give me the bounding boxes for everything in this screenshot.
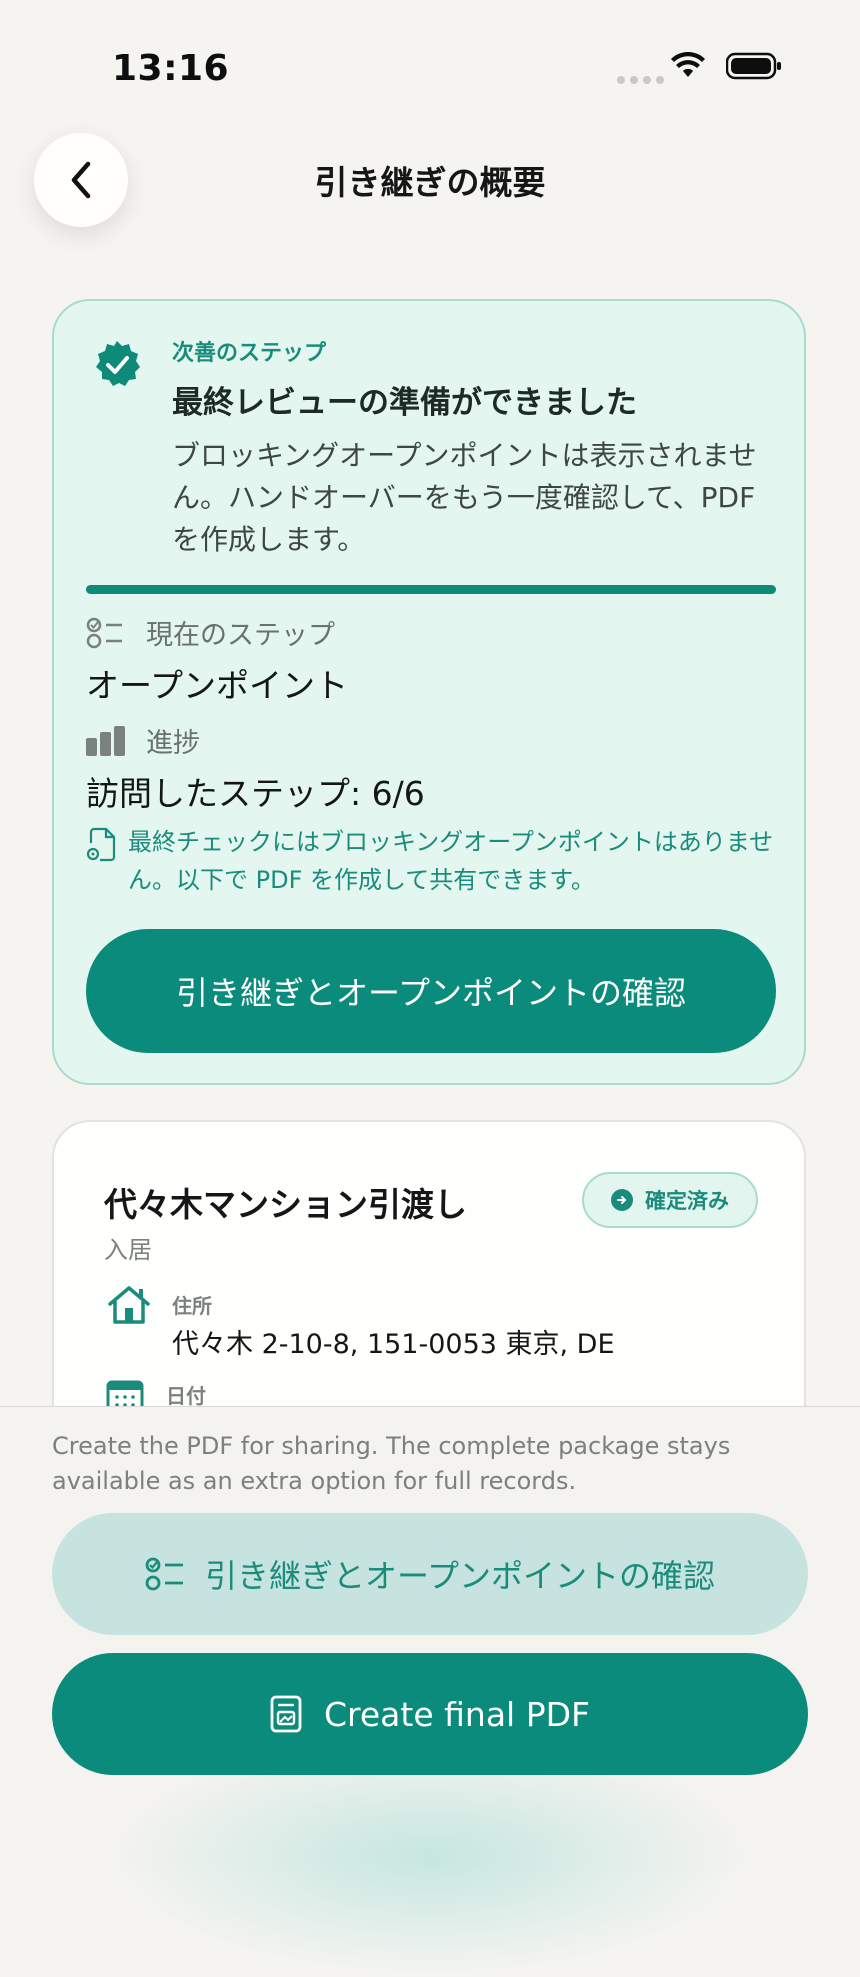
property-subtitle: 入居 [104, 1236, 152, 1264]
current-step-value: オープンポイント [86, 666, 349, 705]
create-final-pdf-button[interactable]: Create final PDF [52, 1653, 808, 1775]
progress-bar [86, 585, 776, 594]
status-badge-label: 確定済み [645, 1189, 729, 1213]
progress-value: 訪問したステップ: 6/6 [86, 774, 425, 813]
info-note-text: 最終チェックにはブロッキングオープンポイントはありません。以下で PDF を作成… [128, 828, 774, 894]
page-title: 引き継ぎの概要 [314, 163, 546, 202]
home-icon [108, 1286, 150, 1324]
document-icon [270, 1695, 302, 1733]
status-badge: 確定済み [582, 1172, 758, 1228]
bottom-action-sheet: Create the PDF for sharing. The complete… [0, 1406, 860, 1977]
document-settings-icon [86, 823, 118, 899]
checklist-icon [86, 615, 126, 651]
wifi-icon [671, 52, 705, 77]
battery-icon [726, 52, 781, 80]
date-label: 日付 [166, 1384, 206, 1408]
progress-bar-fill [86, 585, 776, 594]
property-title: 代々木マンション引渡し [104, 1185, 467, 1224]
info-note: 最終チェックにはブロッキングオープンポイントはありません。以下で PDF を作成… [86, 823, 786, 899]
next-step-card: 次善のステップ 最終レビューの準備ができました ブロッキングオープンポイントは表… [52, 299, 806, 1085]
current-step-label-row: 現在のステップ [86, 613, 335, 652]
sheet-note: Create the PDF for sharing. The complete… [52, 1432, 731, 1495]
next-step-description: ブロッキングオープンポイントは表示されません。ハンドオーバーをもう一度確認して、… [172, 439, 757, 556]
next-step-title: 最終レビューの準備ができました [172, 385, 637, 421]
current-step-label: 現在のステップ [146, 620, 335, 651]
create-final-pdf-label: Create final PDF [323, 1694, 590, 1734]
progress-label-row: 進捗 [86, 721, 200, 760]
review-handover-button[interactable]: 引き継ぎとオープンポイントの確認 [86, 929, 776, 1053]
status-bar: 13:16 [0, 0, 860, 110]
status-time: 13:16 [112, 48, 230, 89]
progress-label: 進捗 [146, 728, 200, 759]
verified-badge-icon [96, 341, 140, 386]
checklist-icon [145, 1556, 185, 1592]
review-open-points-button[interactable]: 引き継ぎとオープンポイントの確認 [52, 1513, 808, 1635]
review-open-points-label: 引き継ぎとオープンポイントの確認 [204, 1557, 716, 1595]
signal-dots-icon [617, 76, 664, 84]
address-value: 代々木 2-10-8, 151-0053 東京, DE [172, 1329, 615, 1360]
next-step-eyebrow: 次善のステップ [172, 341, 327, 366]
address-label: 住所 [172, 1294, 212, 1318]
arrow-right-circle-icon [611, 1189, 633, 1211]
progress-bars-icon [86, 723, 126, 759]
